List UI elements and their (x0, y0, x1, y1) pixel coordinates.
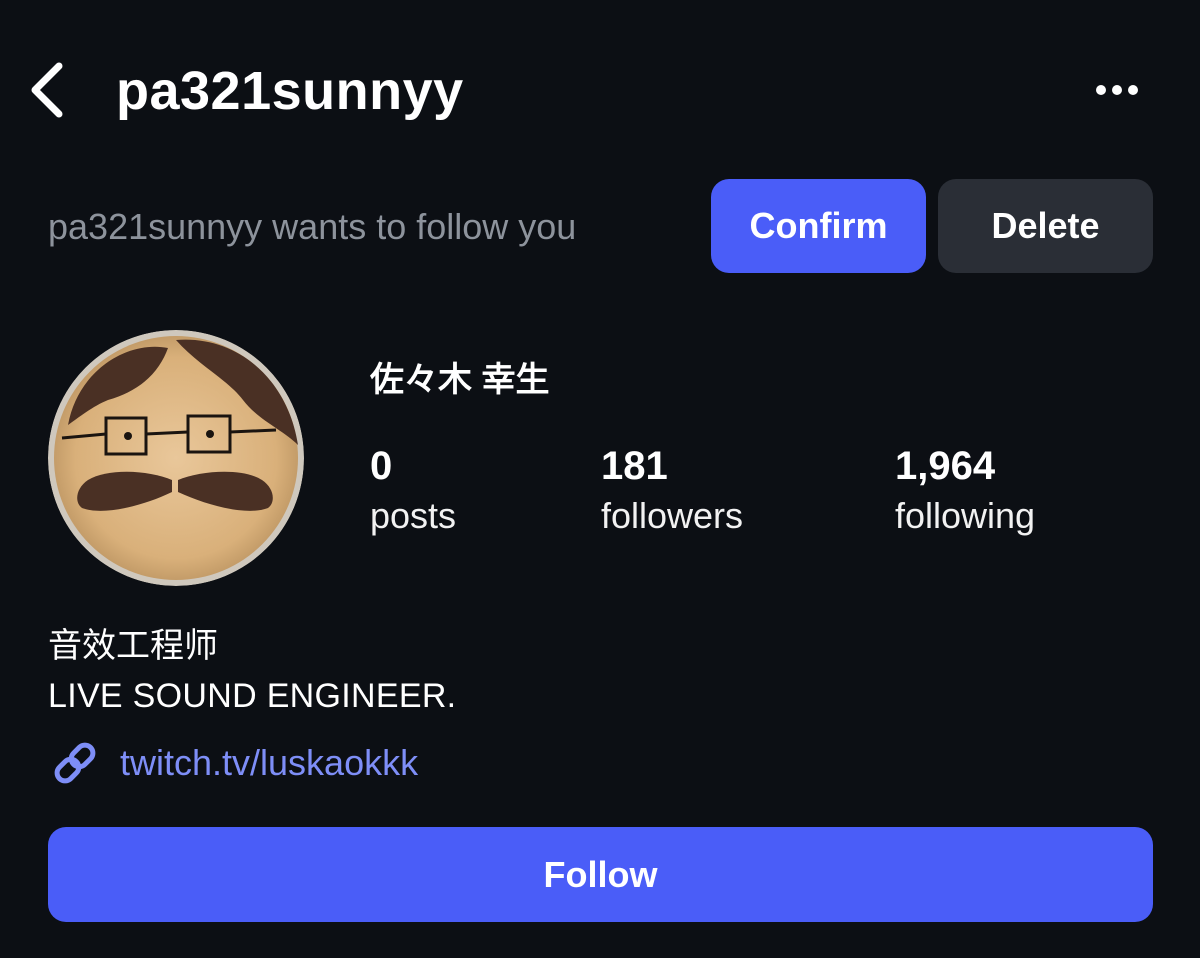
profile-page: pa321sunnyy pa321sunnyy wants to follow … (0, 0, 1200, 958)
confirm-button[interactable]: Confirm (711, 179, 926, 273)
posts-label: posts (370, 495, 457, 536)
followers-count: 181 (601, 444, 668, 488)
back-button[interactable] (18, 54, 76, 126)
profile-link[interactable]: twitch.tv/luskaokkk (48, 736, 418, 790)
bio-line: 音效工程师 (48, 627, 218, 665)
page-title: pa321sunnyy (116, 61, 464, 121)
avatar[interactable] (48, 330, 304, 586)
follow-request-text: pa321sunnyy wants to follow you (48, 206, 577, 247)
follow-button[interactable]: Follow (48, 827, 1153, 922)
following-count: 1,964 (895, 444, 996, 488)
more-horizontal-icon (1096, 85, 1138, 95)
following-label: following (895, 495, 1036, 536)
chevron-left-icon (31, 62, 63, 118)
link-icon (48, 736, 102, 790)
posts-count: 0 (370, 444, 393, 488)
avatar-cookie-face (48, 330, 304, 586)
display-name: 佐々木 幸生 (370, 361, 550, 399)
followers-label: followers (601, 495, 744, 536)
link-text: twitch.tv/luskaokkk (120, 742, 419, 783)
posts-stat[interactable]: 0 posts (370, 442, 456, 540)
following-stat[interactable]: 1,964 following (895, 442, 1035, 540)
bio-line: LIVE SOUND ENGINEER. (48, 677, 457, 715)
more-options-button[interactable] (1085, 68, 1149, 112)
delete-button[interactable]: Delete (938, 179, 1153, 273)
followers-stat[interactable]: 181 followers (601, 442, 743, 540)
